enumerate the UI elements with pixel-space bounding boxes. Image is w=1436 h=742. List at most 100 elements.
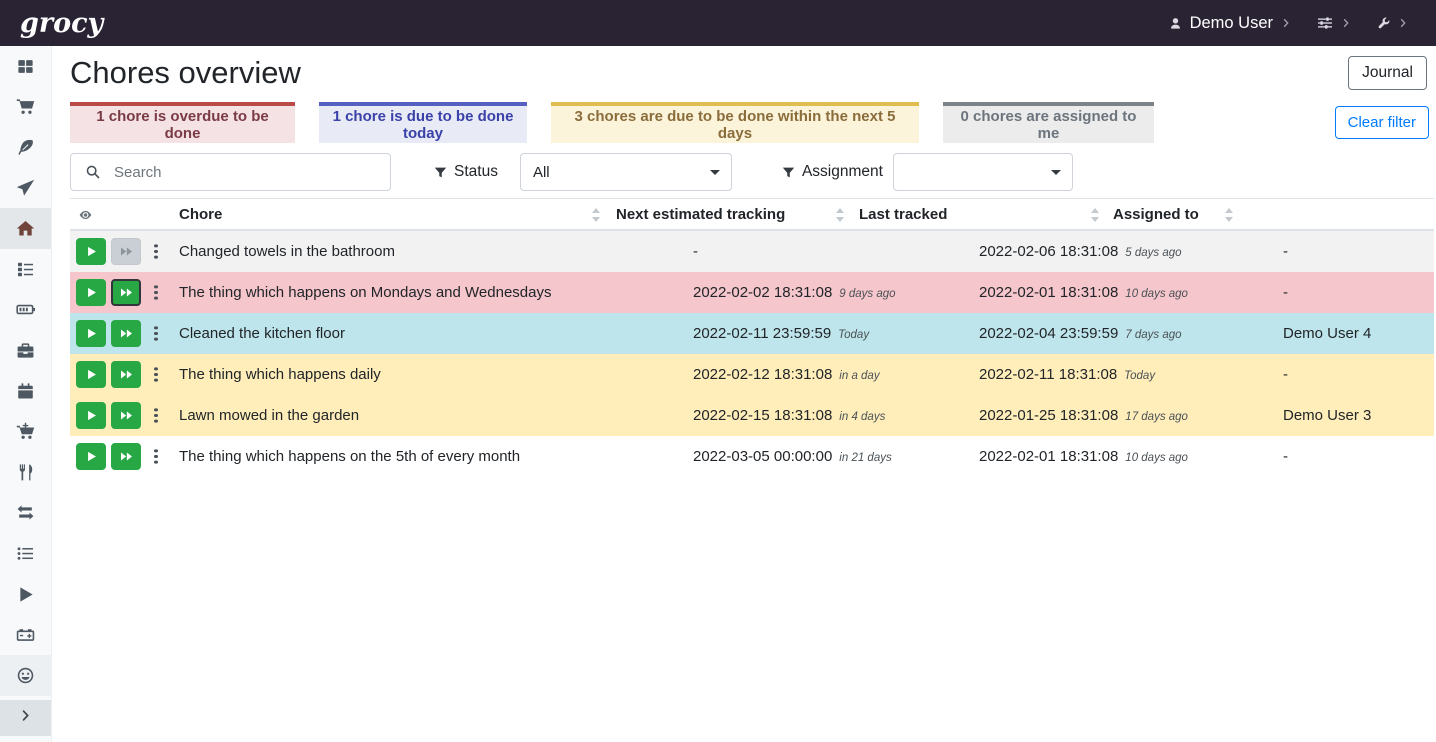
status-select[interactable]: All (520, 153, 732, 191)
sidebar-item-home[interactable] (0, 208, 51, 249)
sidebar-item-shopping-cart[interactable] (0, 87, 51, 128)
next-tracking-cell: 2022-02-15 18:31:08 in 4 days (693, 395, 885, 436)
sidebar-collapse-button[interactable] (0, 700, 51, 736)
skip-execution-button[interactable] (111, 238, 141, 265)
table-row: Lawn mowed in the garden 2022-02-15 18:3… (70, 395, 1434, 436)
sidebar-item-boxes[interactable] (0, 46, 51, 87)
sidebar-item-cart-plus[interactable] (0, 411, 51, 452)
track-execution-button[interactable] (76, 279, 106, 306)
column-header-chore[interactable]: Chore (179, 199, 222, 230)
filter-row: Status All Assignment (70, 153, 1427, 191)
sidebar-item-briefcase[interactable] (0, 330, 51, 371)
sort-icon[interactable] (836, 208, 845, 222)
play-icon (86, 246, 97, 257)
skip-execution-button[interactable] (111, 320, 141, 347)
assigned-to-cell: - (1283, 272, 1288, 313)
user-menu[interactable]: Demo User (1169, 14, 1291, 33)
row-menu-button[interactable] (144, 401, 168, 430)
sort-icon[interactable] (1091, 208, 1100, 222)
status-card-text: 0 chores are assigned to me (951, 108, 1146, 142)
settings-menu[interactable] (1317, 15, 1351, 31)
play-icon (86, 410, 97, 421)
home-icon (16, 219, 35, 238)
user-name-label: Demo User (1190, 14, 1273, 33)
chevron-right-icon (1281, 18, 1291, 28)
row-menu-button[interactable] (144, 360, 168, 389)
track-execution-button[interactable] (76, 238, 106, 265)
fast-forward-icon (120, 410, 133, 421)
next-tracking-cell: - (693, 231, 698, 272)
column-header-assigned-to[interactable]: Assigned to (1113, 199, 1199, 230)
row-menu-button[interactable] (144, 278, 168, 307)
sidebar-item-list[interactable] (0, 533, 51, 574)
row-menu-button[interactable] (144, 319, 168, 348)
battery-icon (16, 300, 35, 319)
next-tracking-date: 2022-02-02 18:31:08 (693, 284, 832, 301)
skip-execution-button[interactable] (111, 443, 141, 470)
boxes-icon (16, 57, 35, 76)
skip-execution-button[interactable] (111, 402, 141, 429)
fast-forward-icon (120, 369, 133, 380)
sidebar-item-exchange-arrows[interactable] (0, 493, 51, 534)
kebab-menu-icon (154, 332, 157, 335)
skip-execution-button[interactable] (111, 361, 141, 388)
row-menu-button[interactable] (144, 442, 168, 471)
sidebar-item-car-battery[interactable] (0, 614, 51, 655)
status-card[interactable]: 1 chore is due to be done today (319, 102, 527, 143)
track-execution-button[interactable] (76, 320, 106, 347)
sidebar-item-smiley[interactable] (0, 655, 51, 696)
sidebar-item-utensils[interactable] (0, 452, 51, 493)
last-tracked-cell: 2022-02-04 23:59:59 7 days ago (979, 313, 1182, 354)
tasks-icon (16, 260, 35, 279)
last-tracked-date: 2022-02-01 18:31:08 (979, 284, 1118, 301)
last-tracked-timeago: 7 days ago (1125, 327, 1181, 341)
last-tracked-cell: 2022-02-01 18:31:08 10 days ago (979, 272, 1188, 313)
next-tracking-date: 2022-03-05 00:00:00 (693, 448, 832, 465)
status-filter-label: Status (434, 163, 520, 181)
sidebar-item-calendar[interactable] (0, 371, 51, 412)
next-tracking-cell: 2022-03-05 00:00:00 in 21 days (693, 436, 892, 477)
chore-name: Changed towels in the bathroom (179, 231, 395, 272)
sidebar (0, 46, 52, 742)
skip-execution-button[interactable] (111, 279, 141, 306)
play-icon (86, 287, 97, 298)
track-execution-button[interactable] (76, 402, 106, 429)
journal-button[interactable]: Journal (1348, 56, 1427, 90)
sidebar-item-play[interactable] (0, 574, 51, 615)
sort-icon[interactable] (592, 208, 601, 222)
clear-filter-button[interactable]: Clear filter (1335, 106, 1429, 139)
cart-plus-icon (16, 422, 35, 441)
row-menu-button[interactable] (144, 237, 168, 266)
next-tracking-date: - (693, 243, 698, 260)
column-header-next-tracking[interactable]: Next estimated tracking (616, 199, 785, 230)
column-header-last-tracked[interactable]: Last tracked (859, 199, 947, 230)
next-tracking-cell: 2022-02-11 23:59:59 Today (693, 313, 869, 354)
sidebar-item-tasks[interactable] (0, 249, 51, 290)
assigned-to-cell: - (1283, 231, 1288, 272)
exchange-arrows-icon (16, 503, 35, 522)
smiley-icon (16, 666, 35, 685)
sidebar-item-paper-plane[interactable] (0, 168, 51, 209)
play-icon (16, 585, 35, 604)
grocy-logo[interactable]: grocy (20, 10, 103, 37)
sidebar-item-feather[interactable] (0, 127, 51, 168)
status-filter-text: Status (454, 163, 498, 181)
sidebar-item-battery[interactable] (0, 290, 51, 331)
sliders-icon (1317, 15, 1333, 31)
eye-icon[interactable] (77, 208, 94, 227)
filter-funnel-icon (434, 166, 447, 179)
table-row: Cleaned the kitchen floor 2022-02-11 23:… (70, 313, 1434, 354)
assignment-filter-label: Assignment (782, 163, 893, 181)
last-tracked-cell: 2022-02-01 18:31:08 10 days ago (979, 436, 1188, 477)
admin-menu[interactable] (1377, 17, 1408, 30)
status-card[interactable]: 1 chore is overdue to be done (70, 102, 295, 143)
track-execution-button[interactable] (76, 361, 106, 388)
track-execution-button[interactable] (76, 443, 106, 470)
table-row: Changed towels in the bathroom - 2022-02… (70, 231, 1434, 272)
assigned-to-cell: - (1283, 354, 1288, 395)
search-input[interactable] (114, 154, 390, 190)
status-card[interactable]: 0 chores are assigned to me (943, 102, 1154, 143)
status-card[interactable]: 3 chores are due to be done within the n… (551, 102, 919, 143)
sort-icon[interactable] (1225, 208, 1234, 222)
assignment-select[interactable] (893, 153, 1073, 191)
